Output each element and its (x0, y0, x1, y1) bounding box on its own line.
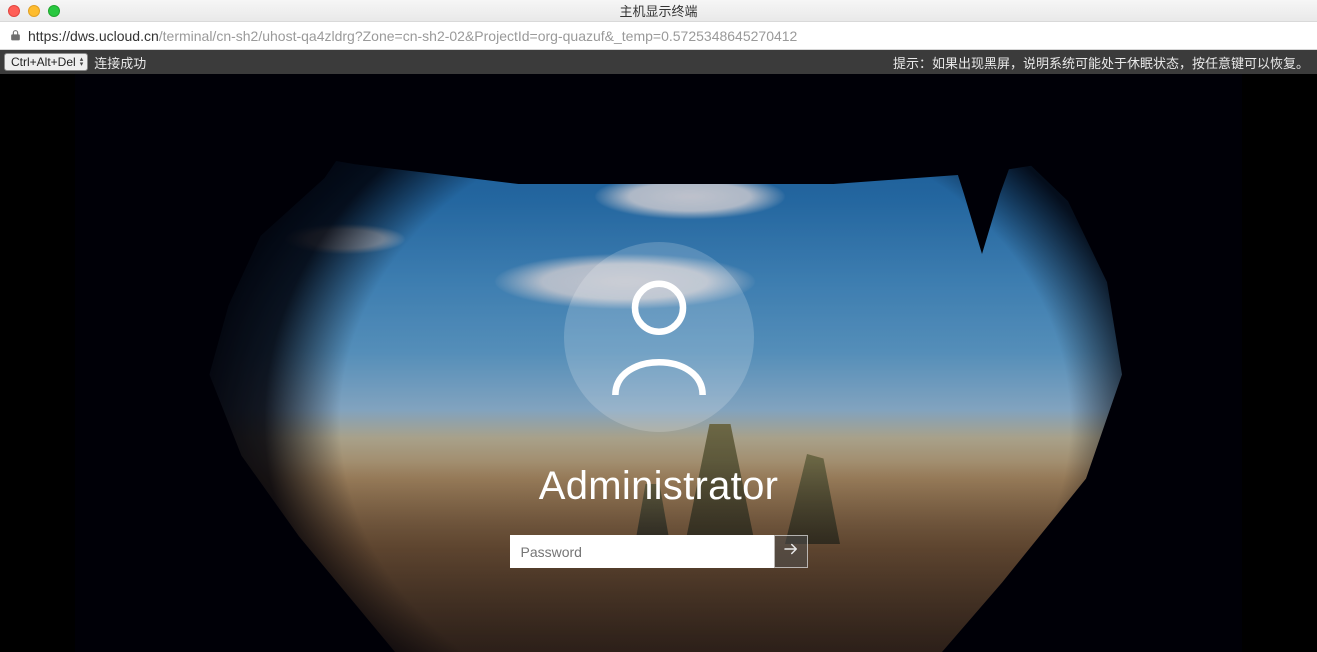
url-path: /terminal/cn-sh2/uhost-qa4zldrg?Zone=cn-… (159, 28, 798, 44)
window-title: 主机显示终端 (619, 1, 697, 20)
submit-login-button[interactable] (774, 535, 808, 568)
maximize-window-button[interactable] (48, 5, 60, 17)
arrow-right-icon (782, 540, 800, 563)
window-controls (8, 5, 60, 17)
login-username: Administrator (539, 464, 779, 509)
hint-text: 提示：如果出现黑屏，说明系统可能处于休眠状态，按任意键可以恢复。 (893, 53, 1313, 72)
user-avatar (564, 242, 754, 432)
terminal-toolbar: Ctrl+Alt+Del ▴▾ 连接成功 提示：如果出现黑屏，说明系统可能处于休… (0, 50, 1317, 74)
windows-login-panel: Administrator (510, 242, 808, 568)
url-scheme: https:// (28, 28, 70, 44)
remote-screen[interactable]: Administrator (75, 74, 1242, 652)
close-window-button[interactable] (8, 5, 20, 17)
password-input[interactable] (510, 535, 774, 568)
send-key-combo-select[interactable]: Ctrl+Alt+Del ▴▾ (4, 53, 88, 71)
password-row (510, 535, 808, 568)
user-icon (604, 275, 714, 400)
url-text: https://dws.ucloud.cn/terminal/cn-sh2/uh… (28, 28, 797, 44)
remote-display-stage: Administrator (0, 74, 1317, 652)
browser-address-bar[interactable]: https://dws.ucloud.cn/terminal/cn-sh2/uh… (0, 22, 1317, 50)
url-host: dws.ucloud.cn (70, 28, 159, 44)
mac-titlebar: 主机显示终端 (0, 0, 1317, 22)
updown-caret-icon: ▴▾ (80, 57, 84, 67)
minimize-window-button[interactable] (28, 5, 40, 17)
connection-status: 连接成功 (94, 53, 146, 72)
send-key-combo-label: Ctrl+Alt+Del (11, 55, 76, 69)
lock-icon (8, 29, 22, 43)
